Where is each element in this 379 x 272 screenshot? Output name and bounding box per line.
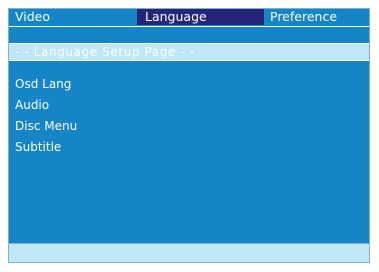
menu-item-audio[interactable]: Audio (15, 95, 77, 116)
menu-list: Osd Lang Audio Disc Menu Subtitle (15, 74, 77, 158)
tab-video[interactable]: Video (9, 9, 137, 25)
menu-item-osd-lang[interactable]: Osd Lang (15, 74, 77, 95)
page-title-bar: - - Language Setup Page - - (9, 43, 369, 61)
tab-language[interactable]: Language (137, 9, 264, 25)
menu-item-disc-menu[interactable]: Disc Menu (15, 116, 77, 137)
tab-preference[interactable]: Preference (264, 9, 369, 25)
setup-panel: Video Language Preference - - Language S… (8, 8, 370, 263)
page-title: - - Language Setup Page - - (15, 45, 195, 59)
tab-bar: Video Language Preference (9, 9, 369, 27)
help-bar (9, 243, 369, 262)
menu-item-subtitle[interactable]: Subtitle (15, 137, 77, 158)
